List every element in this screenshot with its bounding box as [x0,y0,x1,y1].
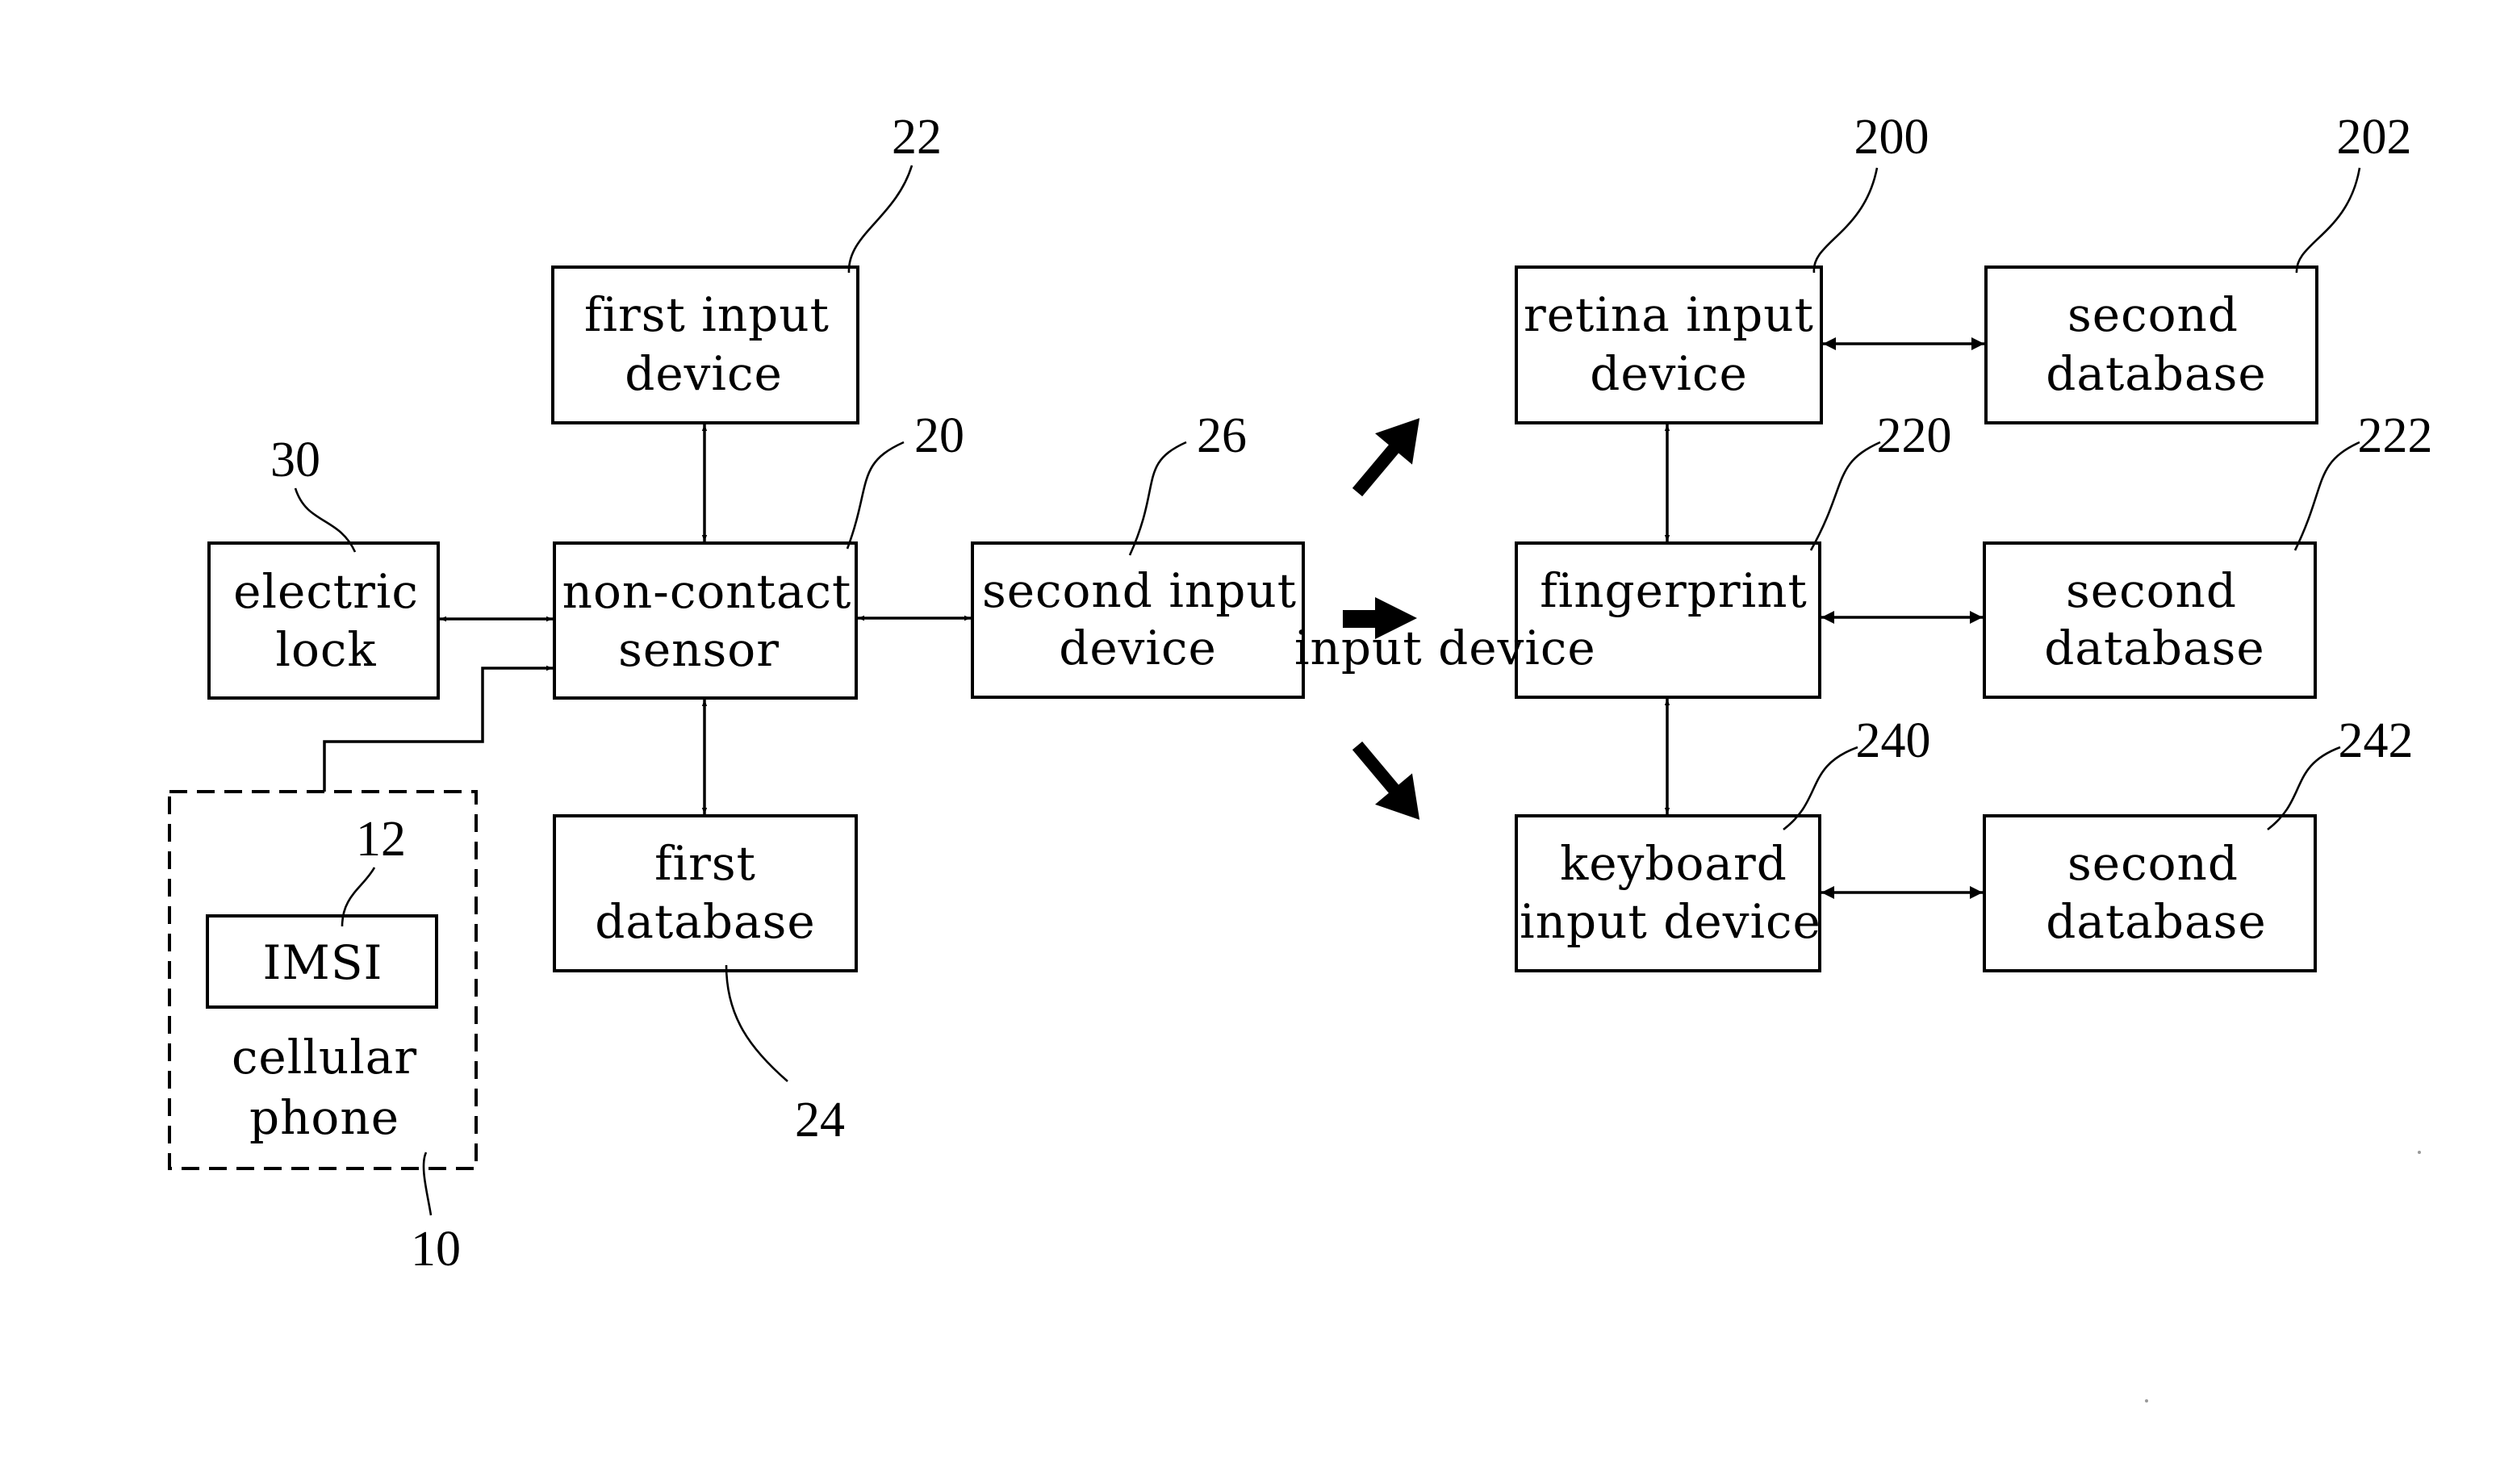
block-label-line: second input [982,563,1297,618]
leader-line [422,1152,433,1216]
block-label-line: electric [233,564,419,619]
ref-numeral: 222 [2358,408,2433,463]
diagram-svg: electric lock non-contact sensor first i… [168,110,2433,1402]
leader-line [1809,441,1881,551]
block-first-input-device: first input device [551,265,859,424]
block-label-line: second [2067,287,2239,342]
ref-numeral: 200 [1854,110,1929,165]
block-label-line: keyboard [1560,836,1787,891]
scan-dot [2145,1399,2148,1402]
ref-numeral: 240 [1856,713,1931,768]
leader-line [1812,167,1879,274]
block-label-line: sensor [618,622,780,677]
block-second-database-242: second database [1983,814,2317,972]
block-label-line: database [2046,894,2266,949]
ref-numeral: 10 [411,1222,461,1277]
block-label-line: fingerprint [1540,563,1808,618]
leader-line [847,165,913,274]
ref-numeral: 20 [914,408,964,463]
bold-arrow-up-right [1352,418,1420,497]
block-non-contact-sensor: non-contact sensor [553,541,858,700]
block-label-line: input device [1520,894,1821,949]
block-label-line: device [625,346,783,401]
block-label-line: IMSI [263,935,383,990]
block-label-line: device [1590,346,1748,401]
ref-numeral: 220 [1877,408,1952,463]
leader-line [2295,167,2361,274]
leader-line [2293,441,2360,551]
block-diagram: electric lock non-contact sensor first i… [0,0,2500,1484]
leader-line [846,441,905,550]
ref-numeral: 202 [2337,110,2412,165]
block-label-line: database [595,894,815,949]
ref-numeral: 24 [795,1093,845,1147]
overlay-text: input device [1294,621,1596,675]
block-electric-lock: electric lock [207,541,440,700]
block-retina-input-device: retina input device [1515,265,1823,424]
block-second-database-222: second database [1983,541,2317,699]
block-keyboard-input-device: keyboard input device [1515,814,1821,972]
block-second-input-device: second input device [971,541,1305,699]
ref-numeral: 242 [2339,713,2414,768]
ref-numeral: 26 [1197,408,1247,463]
ref-numeral: 12 [356,812,406,867]
block-label-line: non-contact [562,564,852,619]
ref-numeral: 30 [270,433,320,487]
expansion-arrows [1343,418,1420,820]
block-label-line: retina input [1524,287,1814,342]
block-label-line: first [654,836,756,891]
leader-line [1128,441,1187,556]
block-label-line: phone [249,1090,399,1145]
bold-arrow-down-right [1352,741,1420,820]
leader-line [725,964,788,1082]
block-label-line: device [1059,621,1217,675]
block-imsi: IMSI [206,914,438,1009]
scan-dot [2418,1151,2421,1154]
block-label-line: first input [584,287,830,342]
block-label-line: second [2066,563,2237,618]
block-label-line: cellular [232,1030,417,1085]
block-label-line: second [2067,836,2239,891]
block-first-database: first database [553,814,858,972]
ref-numeral: 22 [892,110,942,165]
block-label-line: database [2046,346,2266,401]
block-label-line: database [2044,621,2264,675]
block-label-line: lock [275,622,376,677]
block-second-database-202: second database [1984,265,2318,424]
